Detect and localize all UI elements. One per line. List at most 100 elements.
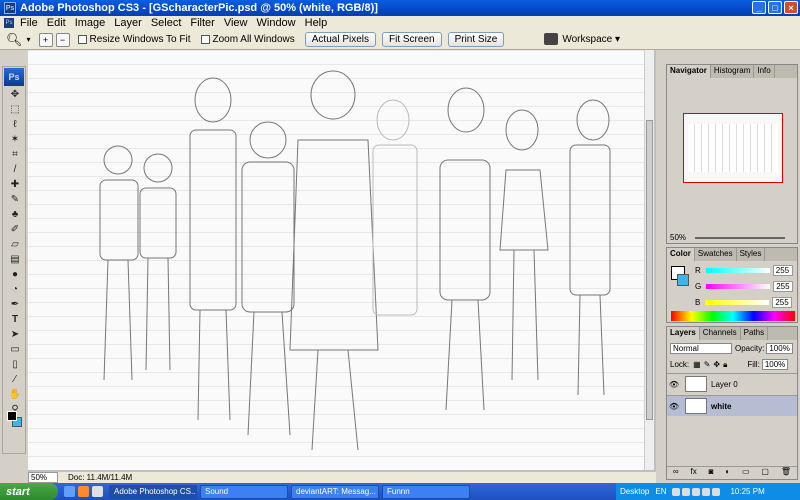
- navigator-preview[interactable]: [683, 113, 783, 183]
- start-button[interactable]: start: [0, 483, 58, 500]
- hand-icon[interactable]: ✋: [6, 388, 24, 401]
- tab-histogram[interactable]: Histogram: [711, 65, 755, 78]
- tab-info[interactable]: Info: [754, 65, 775, 78]
- history-brush-icon[interactable]: ✐: [6, 223, 24, 236]
- tab-styles[interactable]: Styles: [737, 248, 766, 261]
- pen-icon[interactable]: ✒: [6, 298, 24, 311]
- menu-image[interactable]: Image: [75, 17, 106, 29]
- channel-b-slider[interactable]: [705, 300, 770, 305]
- taskbar-button[interactable]: Adobe Photoshop CS...: [109, 484, 197, 499]
- marquee-icon[interactable]: ⬚: [6, 103, 24, 116]
- menu-edit[interactable]: Edit: [47, 17, 66, 29]
- channel-g-value[interactable]: 255: [773, 281, 794, 292]
- canvas[interactable]: [28, 50, 654, 470]
- close-button[interactable]: ×: [784, 1, 798, 14]
- delete-layer-icon[interactable]: 🗑︎: [781, 467, 791, 478]
- maximize-button[interactable]: □: [768, 1, 782, 14]
- healing-brush-icon[interactable]: ✚: [6, 178, 24, 191]
- clone-stamp-icon[interactable]: ♣: [6, 208, 24, 221]
- layer-style-icon[interactable]: fx: [690, 467, 696, 478]
- blend-mode-select[interactable]: Normal: [670, 343, 732, 354]
- visibility-eye-icon[interactable]: 👁︎: [667, 402, 681, 411]
- opacity-field[interactable]: 100%: [766, 343, 793, 354]
- gradient-icon[interactable]: ▤: [6, 253, 24, 266]
- lock-position-icon[interactable]: ✥: [713, 360, 720, 369]
- color-spectrum-bar[interactable]: [671, 311, 795, 321]
- zoom-in-button[interactable]: +: [38, 32, 53, 47]
- tray-icon[interactable]: [702, 487, 711, 496]
- zoom-level-field[interactable]: 50%: [28, 472, 58, 483]
- adjustment-layer-icon[interactable]: ◐: [725, 467, 730, 478]
- menu-file[interactable]: File: [20, 17, 38, 29]
- tab-color[interactable]: Color: [667, 248, 695, 261]
- channel-g-slider[interactable]: [706, 284, 771, 289]
- notes-icon[interactable]: ▯: [6, 358, 24, 371]
- lock-image-icon[interactable]: ✎: [704, 360, 711, 369]
- resize-windows-checkbox[interactable]: [77, 35, 87, 44]
- shape-icon[interactable]: ▭: [6, 343, 24, 356]
- magic-wand-icon[interactable]: ✶: [6, 133, 24, 146]
- crop-icon[interactable]: ⌗: [6, 148, 24, 161]
- lasso-icon[interactable]: ℓ: [6, 118, 24, 131]
- tab-channels[interactable]: Channels: [700, 327, 741, 340]
- eyedropper-icon[interactable]: ⁄: [6, 373, 24, 386]
- channel-b-value[interactable]: 255: [772, 297, 793, 308]
- layer-row-selected[interactable]: 👁︎ white: [667, 395, 797, 416]
- firefox-icon[interactable]: [78, 486, 89, 497]
- ie-icon[interactable]: [64, 486, 75, 497]
- desktop-toolbar[interactable]: Desktop: [620, 487, 649, 496]
- channel-r-value[interactable]: 255: [772, 265, 793, 276]
- foreground-color-swatch[interactable]: [7, 411, 17, 421]
- tab-navigator[interactable]: Navigator: [667, 65, 711, 78]
- path-select-icon[interactable]: ➤: [6, 328, 24, 341]
- lock-all-icon[interactable]: 🔒︎: [723, 360, 727, 370]
- media-icon[interactable]: [92, 486, 103, 497]
- fit-screen-button[interactable]: Fit Screen: [382, 32, 442, 47]
- tab-layers[interactable]: Layers: [667, 327, 700, 340]
- tray-icon[interactable]: [712, 487, 721, 496]
- new-layer-icon[interactable]: ▢: [761, 467, 769, 478]
- menu-filter[interactable]: Filter: [190, 17, 214, 29]
- zoom-dropdown-icon[interactable]: ▾: [27, 35, 31, 44]
- navigator-zoom-value[interactable]: 50%: [670, 233, 686, 242]
- tray-icon[interactable]: [672, 487, 681, 496]
- zoom-out-button[interactable]: −: [55, 32, 70, 47]
- zoom-tool-icon[interactable]: 🔍︎: [6, 32, 23, 48]
- minimize-button[interactable]: _: [752, 1, 766, 14]
- type-icon[interactable]: T: [6, 313, 24, 326]
- move-icon[interactable]: ✥: [6, 88, 24, 101]
- taskbar-button[interactable]: deviantART: Messag...: [291, 484, 379, 499]
- language-indicator[interactable]: EN: [655, 487, 666, 496]
- bridge-icon[interactable]: [544, 33, 559, 45]
- menu-view[interactable]: View: [224, 17, 248, 29]
- zoom-all-checkbox[interactable]: [200, 35, 210, 44]
- fill-field[interactable]: 100%: [761, 359, 789, 370]
- tray-icon[interactable]: [692, 487, 701, 496]
- layer-mask-icon[interactable]: ◙: [709, 467, 714, 478]
- slice-icon[interactable]: /: [6, 163, 24, 176]
- dodge-icon[interactable]: ◔: [6, 283, 24, 296]
- tab-paths[interactable]: Paths: [741, 327, 769, 340]
- layer-row[interactable]: 👁︎ Layer 0: [667, 373, 797, 394]
- channel-r-slider[interactable]: [705, 268, 770, 273]
- tab-swatches[interactable]: Swatches: [695, 248, 737, 261]
- actual-pixels-button[interactable]: Actual Pixels: [304, 32, 376, 47]
- tray-icon[interactable]: [682, 487, 691, 496]
- lock-transparency-icon[interactable]: ▦: [693, 360, 701, 369]
- taskbar-button[interactable]: Funnn: [382, 484, 470, 499]
- color-background-swatch[interactable]: [677, 274, 689, 286]
- eraser-icon[interactable]: ▱: [6, 238, 24, 251]
- menu-help[interactable]: Help: [305, 17, 328, 29]
- scrollbar-thumb[interactable]: [646, 120, 653, 420]
- blur-icon[interactable]: ●: [6, 268, 24, 281]
- brush-icon[interactable]: ✎: [6, 193, 24, 206]
- workspace-dropdown[interactable]: Workspace ▾: [562, 34, 620, 45]
- menu-layer[interactable]: Layer: [114, 17, 142, 29]
- link-layers-icon[interactable]: ∞: [673, 467, 679, 478]
- vertical-scrollbar[interactable]: [644, 50, 654, 470]
- navigator-zoom-slider[interactable]: [695, 237, 785, 239]
- visibility-eye-icon[interactable]: 👁︎: [667, 380, 681, 389]
- menu-select[interactable]: Select: [151, 17, 182, 29]
- menu-window[interactable]: Window: [257, 17, 296, 29]
- new-group-icon[interactable]: ▭: [742, 467, 750, 478]
